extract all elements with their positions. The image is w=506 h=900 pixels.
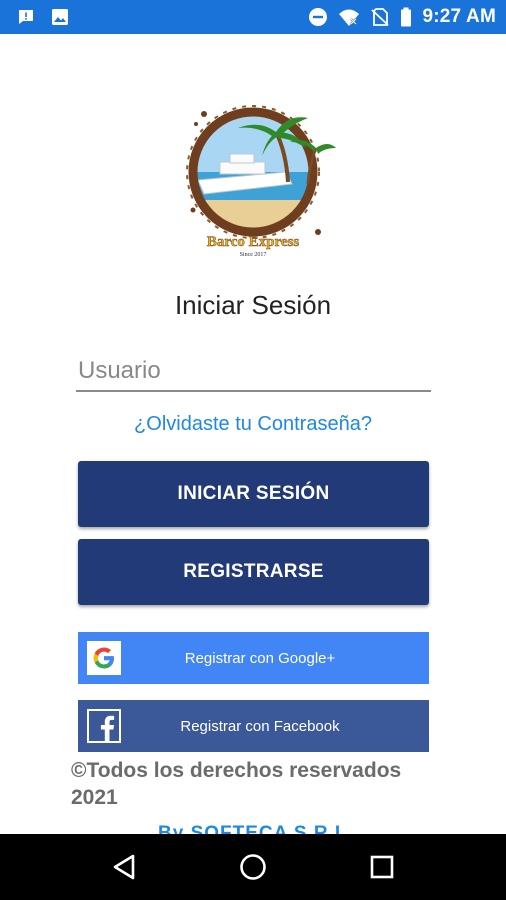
register-button[interactable]: REGISTRARSE: [78, 539, 429, 605]
logo-since-text: Since 2017: [240, 252, 267, 258]
navigation-bar: [0, 834, 506, 900]
back-button[interactable]: [108, 851, 140, 883]
google-button-label: Registrar con Google+: [184, 649, 336, 667]
logo-brand-text: Barco Express: [207, 234, 300, 250]
facebook-signup-button[interactable]: Registrar con Facebook: [78, 700, 429, 752]
status-bar: 9:27 AM: [0, 0, 506, 34]
home-button[interactable]: [237, 851, 269, 883]
image-notification-icon: [52, 9, 68, 25]
forgot-password-link[interactable]: ¿Olvidaste tu Contraseña?: [0, 413, 506, 436]
barco-express-logo: Barco Express Since 2017: [186, 105, 336, 258]
google-icon-box: [87, 641, 121, 675]
no-sim-icon: [371, 8, 390, 26]
status-left: [16, 7, 70, 27]
recents-button[interactable]: [366, 851, 398, 883]
company-link[interactable]: By SOFTECA S.R.L.: [158, 822, 408, 834]
login-screen: 9:27 AM Barco Express Since 2017 Iniciar…: [0, 0, 506, 900]
facebook-icon-box: [87, 709, 121, 743]
facebook-icon: [89, 711, 119, 741]
message-notification-icon: [19, 10, 33, 24]
login-button[interactable]: INICIAR SESIÓN: [78, 461, 429, 527]
google-signup-button[interactable]: Registrar con Google+: [78, 632, 429, 684]
battery-icon: [401, 7, 412, 27]
status-right: 9:27 AM: [308, 6, 496, 28]
google-icon: [93, 647, 114, 669]
username-input[interactable]: [76, 352, 431, 392]
back-icon: [114, 854, 135, 880]
login-title: Iniciar Sesión: [174, 290, 332, 320]
home-icon: [240, 854, 266, 880]
recents-icon: [370, 855, 393, 879]
wifi-icon: [339, 9, 360, 26]
copyright-text: ©Todos los derechos reservados 2021: [71, 759, 402, 809]
do-not-disturb-icon: [309, 8, 328, 26]
facebook-button-label: Registrar con Facebook: [180, 717, 340, 735]
status-time: 9:27 AM: [422, 6, 496, 27]
